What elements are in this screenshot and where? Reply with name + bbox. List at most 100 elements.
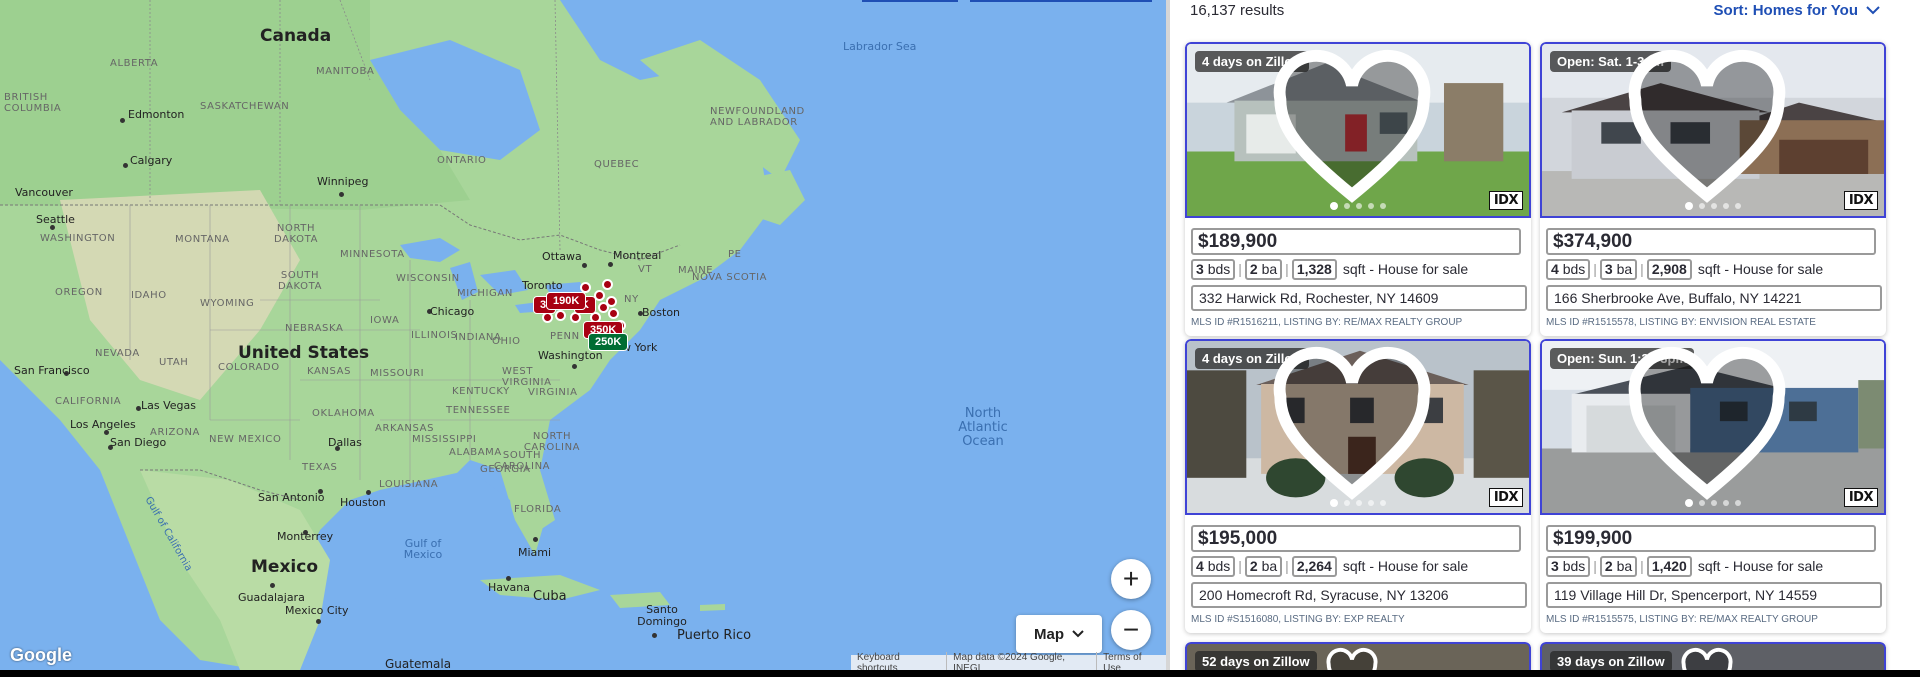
- heart-icon[interactable]: [1185, 47, 1523, 218]
- map-top-control[interactable]: [862, 0, 958, 2]
- listing-price: $189,900: [1191, 228, 1521, 255]
- listing-card[interactable]: Open: Sun. 1:30-3pm IDX $199,900 3 bds |…: [1540, 339, 1886, 633]
- zoom-in-button[interactable]: +: [1111, 559, 1151, 599]
- map-label-calgary: Calgary: [130, 154, 173, 167]
- map-type-label: Map: [1034, 625, 1064, 643]
- map-label-new-york-state: NY: [624, 294, 639, 305]
- map-label-houston: Houston: [340, 496, 386, 509]
- listing-facts: 3 bds | 2 ba | 1,420 sqft - House for sa…: [1546, 555, 1823, 577]
- listing-card[interactable]: 52 days on Zillow: [1185, 642, 1531, 670]
- photo-carousel-dots[interactable]: [1187, 499, 1529, 507]
- listing-mls: MLS ID #R1515578, LISTING BY: ENVISION R…: [1546, 317, 1816, 328]
- results-list[interactable]: 16,137 results Sort: Homes for You 4 day…: [1170, 0, 1920, 670]
- baths-value: 2: [1249, 260, 1258, 277]
- beds-count: 4 bds: [1546, 258, 1591, 280]
- map-pin-dot[interactable]: [608, 308, 619, 319]
- map-label-texas: TEXAS: [302, 462, 338, 473]
- listing-card[interactable]: 4 days on Zillow IDX $189,900 3 bds | 2 …: [1185, 42, 1531, 336]
- beds-unit: bds: [1207, 260, 1231, 277]
- map-label-illinois: ILLINOIS: [411, 330, 458, 341]
- heart-icon[interactable]: [1540, 344, 1878, 515]
- map-label-oklahoma: OKLAHOMA: [312, 408, 375, 419]
- map-top-control[interactable]: [970, 0, 1152, 2]
- beds-value: 4: [1196, 557, 1204, 574]
- listing-photo[interactable]: 52 days on Zillow: [1185, 642, 1531, 670]
- photo-carousel-dots[interactable]: [1542, 202, 1884, 210]
- listing-photo[interactable]: 4 days on Zillow IDX: [1185, 42, 1531, 218]
- listing-address[interactable]: 166 Sherbrooke Ave, Buffalo, NY 14221: [1546, 285, 1882, 311]
- google-logo: Google: [10, 645, 72, 665]
- heart-icon[interactable]: [1185, 344, 1523, 515]
- listing-card[interactable]: 39 days on Zillow: [1540, 642, 1886, 670]
- beds-count: 3 bds: [1191, 258, 1236, 280]
- map-label-nebraska: NEBRASKA: [285, 323, 344, 334]
- map-pin-dot[interactable]: [602, 279, 613, 290]
- sqft-count: 1,420: [1646, 555, 1692, 577]
- sort-label: Sort: Homes for You: [1713, 2, 1858, 19]
- sort-dropdown[interactable]: Sort: Homes for You: [1714, 2, 1880, 19]
- listing-photo[interactable]: Open: Sat. 1-3pm IDX: [1540, 42, 1886, 218]
- map-pin-dot[interactable]: [555, 310, 566, 321]
- terms-of-use-link[interactable]: Terms of Use: [1096, 651, 1166, 670]
- map-label-newfoundland: NEWFOUNDLAND AND LABRADOR: [710, 106, 805, 128]
- map-label-edmonton: Edmonton: [128, 108, 185, 121]
- listing-photo[interactable]: 39 days on Zillow: [1540, 642, 1886, 670]
- plus-icon: +: [1122, 563, 1140, 594]
- sqft-count: 2,264: [1291, 555, 1337, 577]
- listing-photo[interactable]: 4 days on Zillow IDX: [1185, 339, 1531, 515]
- map-label-vancouver: Vancouver: [15, 186, 73, 199]
- map-label-north-atlantic: North Atlantic Ocean: [958, 406, 1008, 449]
- sqft-count: 1,328: [1291, 258, 1337, 280]
- map-pin-190k[interactable]: 190K: [546, 292, 587, 310]
- minus-icon: −: [1122, 614, 1140, 645]
- map-pin-250k[interactable]: 250K: [588, 333, 629, 351]
- map[interactable]: Canada United States Mexico ALBERTA MANI…: [0, 0, 1166, 670]
- listing-photo[interactable]: Open: Sun. 1:30-3pm IDX: [1540, 339, 1886, 515]
- map-attribution: Keyboard shortcuts Map data ©2024 Google…: [851, 651, 1166, 671]
- idx-logo: IDX: [1843, 488, 1878, 507]
- listing-card[interactable]: Open: Sat. 1-3pm IDX $374,900 4 bds | 3 …: [1540, 42, 1886, 336]
- sqft-value: 1,420: [1651, 557, 1687, 574]
- sqft-label: sqft - House for sale: [1697, 261, 1824, 277]
- photo-carousel-dots[interactable]: [1187, 202, 1529, 210]
- map-label-west-virginia: WEST VIRGINIA: [502, 366, 552, 388]
- map-label-virginia: VIRGINIA: [528, 387, 578, 398]
- city-dot: [316, 619, 321, 624]
- listing-address[interactable]: 119 Village Hill Dr, Spencerport, NY 145…: [1546, 582, 1882, 608]
- map-label-colorado: COLORADO: [218, 362, 280, 373]
- baths-unit: ba: [1616, 260, 1633, 277]
- map-type-dropdown[interactable]: Map: [1016, 615, 1102, 653]
- listing-facts: 3 bds | 2 ba | 1,328 sqft - House for sa…: [1191, 258, 1468, 280]
- map-label-los-angeles: Los Angeles: [70, 418, 136, 431]
- map-label-wisconsin: WISCONSIN: [396, 273, 460, 284]
- map-label-chicago: Chicago: [430, 305, 475, 318]
- map-label-guatemala: Guatemala: [385, 657, 452, 670]
- listing-facts: 4 bds | 3 ba | 2,908 sqft - House for sa…: [1546, 258, 1823, 280]
- listing-card[interactable]: 4 days on Zillow IDX $195,000 4 bds | 2 …: [1185, 339, 1531, 633]
- city-dot: [608, 262, 613, 267]
- photo-carousel-dots[interactable]: [1542, 499, 1884, 507]
- sqft-label: sqft - House for sale: [1697, 558, 1824, 574]
- map-label-missouri: MISSOURI: [370, 368, 425, 379]
- listing-mls: MLS ID #R1516211, LISTING BY: RE/MAX REA…: [1191, 317, 1463, 328]
- keyboard-shortcuts-link[interactable]: Keyboard shortcuts: [851, 652, 946, 671]
- map-label-nova-scotia: NOVA SCOTIA: [692, 272, 768, 283]
- heart-icon[interactable]: [1185, 647, 1523, 670]
- listing-mls: MLS ID #S1516080, LISTING BY: EXP REALTY: [1191, 614, 1405, 625]
- map-label-guadalajara: Guadalajara: [238, 591, 305, 604]
- city-dot: [572, 364, 577, 369]
- map-label-iowa: IOWA: [370, 315, 400, 326]
- map-label-louisiana: LOUISIANA: [379, 479, 439, 490]
- map-label-pennsylvania: PENN: [550, 331, 580, 342]
- map-label-mississippi: MISSISSIPPI: [412, 434, 477, 445]
- heart-icon[interactable]: [1540, 647, 1878, 670]
- listing-address[interactable]: 200 Homecroft Rd, Syracuse, NY 13206: [1191, 582, 1527, 608]
- map-label-san-francisco: San Francisco: [14, 364, 90, 377]
- listing-address[interactable]: 332 Harwick Rd, Rochester, NY 14609: [1191, 285, 1527, 311]
- zoom-out-button[interactable]: −: [1111, 610, 1151, 650]
- listing-mls: MLS ID #R1515575, LISTING BY: RE/MAX REA…: [1546, 614, 1818, 625]
- map-label-south-dakota: SOUTH DAKOTA: [277, 270, 323, 292]
- results-count: 16,137 results: [1190, 2, 1285, 19]
- heart-icon[interactable]: [1540, 47, 1878, 218]
- map-label-alberta: ALBERTA: [110, 58, 159, 69]
